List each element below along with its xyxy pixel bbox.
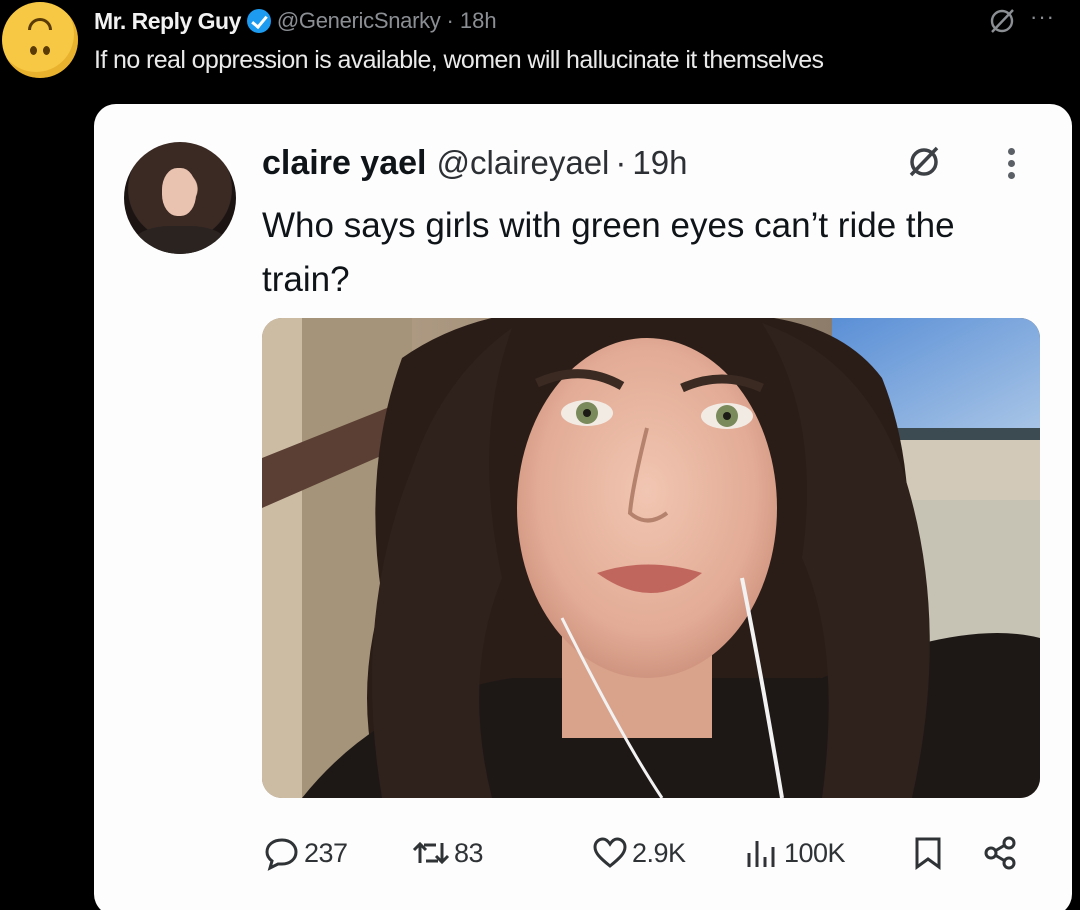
avatar-upside-down-face-icon[interactable] — [2, 2, 78, 78]
grok-icon[interactable] — [904, 142, 944, 182]
verified-badge-icon — [246, 9, 271, 33]
quoted-timestamp[interactable]: 19h — [632, 144, 687, 182]
view-count: 100K — [784, 837, 846, 868]
quoted-author-handle[interactable]: @claireyael — [436, 144, 609, 182]
repost-icon — [412, 841, 450, 865]
photo-image — [262, 318, 1040, 798]
repost-button[interactable]: 83 — [412, 828, 484, 878]
share-button[interactable] — [982, 828, 1018, 878]
quoted-tweet-header: claire yael @claireyael · 19h — [262, 144, 687, 183]
tweet-photo[interactable] — [262, 318, 1040, 798]
views-button[interactable]: 100K — [744, 828, 846, 878]
repost-count: 83 — [454, 837, 484, 868]
avatar-eye — [30, 46, 37, 55]
outer-author-name[interactable]: Mr. Reply Guy — [94, 8, 241, 35]
quoted-author-name[interactable]: claire yael — [262, 144, 426, 183]
reply-count: 237 — [304, 837, 348, 868]
quoted-author-avatar[interactable] — [124, 142, 236, 254]
like-button[interactable]: 2.9K — [592, 828, 686, 878]
reply-icon — [265, 838, 298, 871]
heart-icon — [593, 837, 627, 868]
outer-author-handle[interactable]: @GenericSnarky — [277, 8, 441, 34]
quoted-tweet-card[interactable]: claire yael @claireyael · 19h Who says g… — [94, 104, 1072, 910]
outer-tweet-header: Mr. Reply Guy @GenericSnarky · 18h — [94, 6, 497, 36]
more-options-icon[interactable]: ··· — [1030, 4, 1055, 30]
separator-dot: · — [615, 144, 627, 181]
bookmark-icon — [915, 837, 941, 870]
tweet-action-bar: 237 83 2.9K 100K — [94, 828, 1072, 878]
avatar-face — [162, 168, 196, 216]
separator-dot: · — [446, 8, 454, 33]
reply-button[interactable]: 237 — [264, 828, 348, 878]
views-chart-icon — [747, 841, 775, 867]
bookmark-button[interactable] — [912, 828, 944, 878]
quoted-tweet-text: Who says girls with green eyes can’t rid… — [262, 206, 955, 299]
more-options-icon[interactable] — [1006, 148, 1018, 182]
share-icon — [984, 836, 1016, 870]
avatar-mouth — [28, 18, 52, 30]
like-count: 2.9K — [632, 837, 686, 868]
avatar-eye — [43, 46, 50, 55]
outer-tweet-text: If no real oppression is available, wome… — [94, 46, 824, 74]
outer-timestamp[interactable]: 18h — [460, 8, 497, 34]
avatar-shirt — [134, 226, 226, 254]
grok-icon[interactable] — [987, 6, 1017, 36]
